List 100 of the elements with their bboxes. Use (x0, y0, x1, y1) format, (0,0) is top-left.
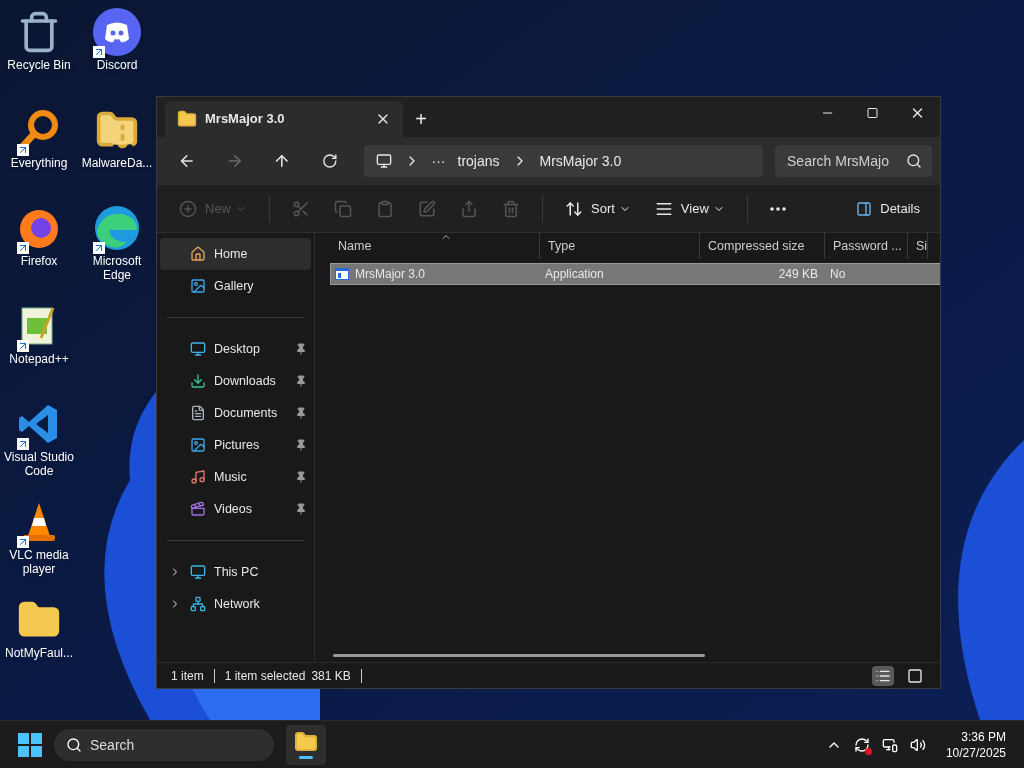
desktop-icon-label: MalwareDa... (80, 156, 154, 170)
sidebar-item[interactable]: This PC (160, 556, 311, 588)
browser-logo-icon (93, 204, 141, 252)
shortcut-arrow-icon (17, 144, 29, 156)
share-icon (460, 199, 478, 218)
folder-icon (294, 730, 318, 754)
rename-icon (418, 199, 436, 218)
sidebar-item[interactable]: Videos (160, 493, 311, 525)
sidebar-item[interactable]: Home (160, 238, 311, 270)
table-cell-text: No (830, 266, 846, 283)
breadcrumb[interactable]: trojans (457, 150, 500, 172)
cut-icon (292, 199, 310, 218)
shortcut-arrow-icon (93, 46, 105, 58)
new-tab-button[interactable]: + (403, 101, 439, 137)
desktop-icon-label: Microsoft Edge (91, 254, 143, 282)
sidebar-item[interactable]: Network (160, 588, 311, 620)
sidebar-item[interactable]: Music (160, 461, 311, 493)
column-header[interactable]: Si (908, 233, 928, 259)
folder-icon (177, 109, 197, 129)
delete-icon (502, 199, 520, 218)
taskbar-search-field[interactable]: Search (54, 728, 274, 761)
view-toggle-button[interactable] (872, 665, 894, 686)
desktop-shortcut[interactable]: Visual Studio Code (0, 396, 78, 494)
shortcut-arrow-icon (17, 536, 29, 548)
volume-icon[interactable] (909, 736, 926, 753)
file-explorer-taskbar-button[interactable] (286, 724, 326, 765)
breadcrumb[interactable]: MrsMajor 3.0 (539, 150, 622, 172)
status-item-count: 1 item (171, 667, 204, 685)
clock-date[interactable]: 10/27/2025 (945, 744, 1006, 761)
desktop-shortcut[interactable]: VLC media player (0, 494, 78, 592)
shortcut-arrow-icon (17, 340, 29, 352)
sidebar-item[interactable]: Desktop (160, 333, 311, 365)
shortcut-arrow-icon (17, 242, 29, 254)
table-cell-text: 249 KB (778, 266, 818, 283)
toolbar-menu-button[interactable]: View (644, 192, 735, 225)
column-header[interactable]: Name (330, 233, 540, 259)
column-header[interactable]: Type (540, 233, 700, 259)
sort-icon (565, 199, 583, 218)
search-icon (66, 736, 82, 753)
monitor-icon (375, 153, 392, 169)
network-icon[interactable] (881, 736, 898, 753)
sidebar-item[interactable]: Gallery (160, 270, 311, 302)
video-icon (190, 501, 206, 517)
copy-icon (334, 199, 352, 218)
shortcut-arrow-icon (93, 242, 105, 254)
sidebar-item[interactable]: Downloads (160, 365, 311, 397)
document-icon (190, 405, 206, 421)
desktop-shortcut[interactable]: NotMyFaul... (0, 592, 78, 690)
monitor-icon (190, 564, 206, 580)
desktop-shortcut[interactable]: Everything (0, 102, 78, 200)
status-selection: 1 item selected (224, 667, 306, 685)
toolbar-menu-button[interactable]: Sort (555, 192, 641, 225)
download-icon (190, 373, 206, 389)
status-size: 381 KB (311, 667, 351, 685)
column-header[interactable]: Password ... (825, 233, 908, 259)
table-cell-text: Application (545, 266, 604, 283)
more-icon (769, 206, 786, 211)
picture-icon (190, 437, 206, 453)
tab-title: MrsMajor 3.0 (205, 110, 286, 129)
desktop-icon-label: Firefox (19, 254, 59, 268)
table-cell-text: MrsMajor 3.0 (355, 266, 425, 283)
desktop-icon-label: Recycle Bin (6, 58, 72, 72)
desktop-icon-label: Notepad++ (8, 352, 70, 366)
home-icon (190, 246, 206, 262)
network-icon (190, 596, 206, 612)
clock-time[interactable]: 3:36 PM (961, 728, 1006, 745)
picture-icon (190, 278, 206, 294)
start-icon[interactable] (18, 732, 42, 757)
address-bar[interactable]: ··· trojans MrsMajor 3.0 (363, 145, 763, 177)
new-icon (179, 199, 197, 218)
desktop-icon-label: VLC media player (8, 548, 70, 576)
desktop-icon-label: Everything (9, 156, 69, 170)
desktop-shortcut[interactable]: Notepad++ (0, 298, 78, 396)
horizontal-scrollbar[interactable] (333, 653, 705, 657)
sidebar-item[interactable]: Pictures (160, 429, 311, 461)
shortcut-arrow-icon (17, 438, 29, 450)
desktop-shortcut[interactable]: Recycle Bin (0, 4, 78, 102)
file-row[interactable]: MrsMajor 3.0 Application 249 KB No (330, 263, 940, 285)
search-icon (906, 153, 922, 169)
music-note-icon (190, 469, 206, 485)
monitor-icon (190, 341, 206, 357)
sidebar-item[interactable]: Documents (160, 397, 311, 429)
desktop-shortcut[interactable]: Microsoft Edge (78, 200, 156, 298)
desktop-icon-label: NotMyFaul... (4, 646, 74, 660)
chat-logo-icon (93, 8, 141, 56)
desktop-shortcut[interactable]: Firefox (0, 200, 78, 298)
desktop-shortcut[interactable]: Discord (78, 4, 156, 102)
desktop-icon-label: Visual Studio Code (3, 450, 75, 478)
tiles-view-icon (907, 667, 923, 684)
desktop-shortcut[interactable]: MalwareDa... (78, 102, 156, 200)
paste-icon (376, 199, 394, 218)
column-header[interactable]: Compressed size (700, 233, 825, 259)
details-pane-button[interactable]: Details (848, 192, 928, 225)
details-pane-icon (856, 200, 873, 217)
window-tab[interactable]: MrsMajor 3.0 (165, 101, 403, 137)
breadcrumb-overflow[interactable]: ··· (431, 150, 446, 172)
search-field[interactable]: Search MrsMajo (775, 145, 932, 177)
sync-icon[interactable] (853, 736, 870, 753)
desktop-icon-label: Discord (95, 58, 139, 72)
application-icon (335, 268, 349, 280)
